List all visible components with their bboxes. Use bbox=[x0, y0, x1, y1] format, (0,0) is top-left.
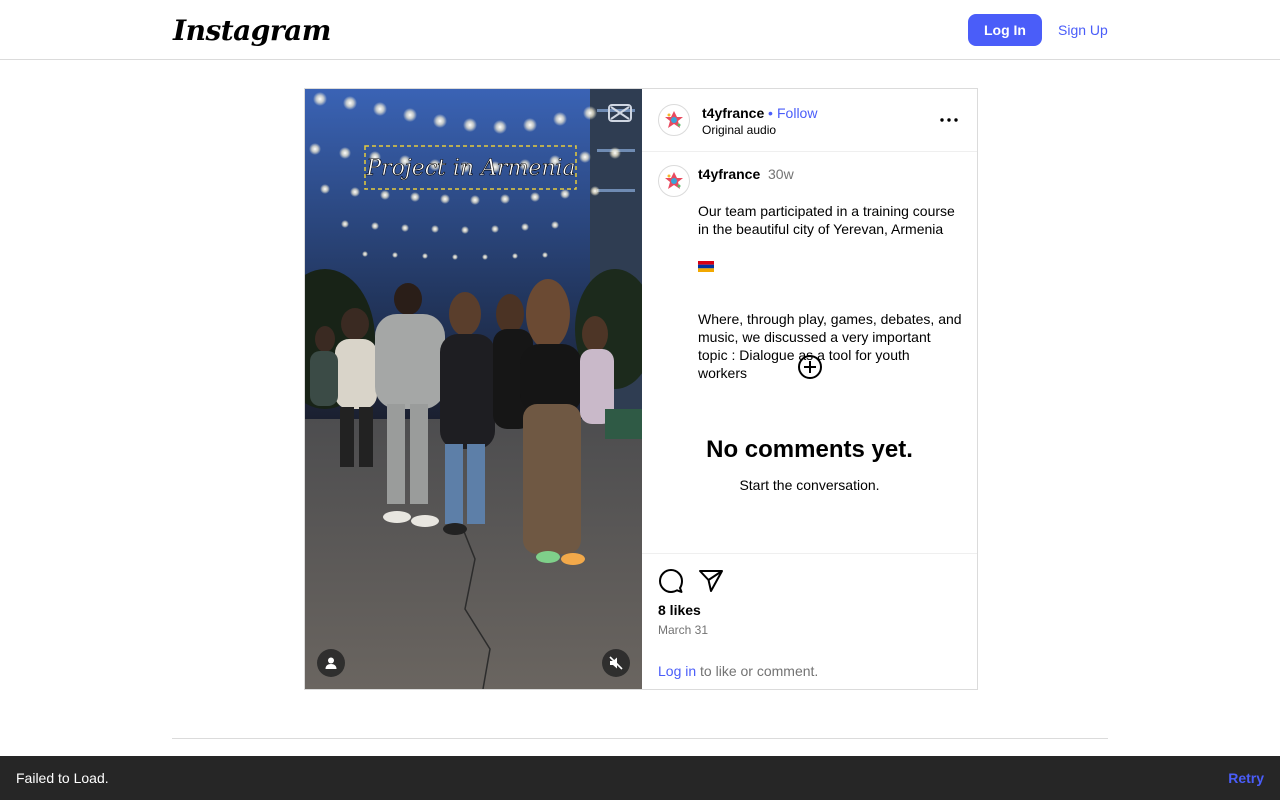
video-overlay-caption: Project in Armenia bbox=[365, 156, 575, 181]
caption-timestamp[interactable]: 30w bbox=[768, 166, 794, 182]
post-video[interactable]: Project in Armenia bbox=[305, 89, 642, 689]
post-card: Project in Armenia t4yfrance • Follow Or… bbox=[304, 88, 978, 690]
separator-dot: • bbox=[768, 105, 773, 121]
caption-author-avatar[interactable] bbox=[658, 165, 690, 197]
more-horizontal-icon bbox=[940, 118, 958, 122]
instagram-logo[interactable]: Instagram bbox=[173, 14, 331, 47]
toast-message: Failed to Load. bbox=[16, 770, 109, 786]
caption-line-2: Where, through play, games, debates, and… bbox=[698, 311, 962, 381]
error-toast: Failed to Load. Retry bbox=[0, 756, 1280, 800]
user-tag-icon bbox=[325, 657, 337, 669]
original-audio-link[interactable]: Original audio bbox=[702, 123, 776, 137]
author-avatar[interactable] bbox=[658, 104, 690, 136]
caption-line-1: Our team participated in a training cour… bbox=[698, 203, 955, 237]
comment-button[interactable] bbox=[658, 568, 684, 594]
add-comment-icon bbox=[798, 355, 822, 379]
share-icon bbox=[699, 570, 723, 592]
log-in-link[interactable]: Log in bbox=[658, 663, 696, 679]
more-options-button[interactable] bbox=[938, 109, 960, 131]
no-comments-heading: No comments yet. bbox=[706, 436, 913, 463]
t4y-logo-icon bbox=[665, 111, 683, 128]
tagged-users-button[interactable] bbox=[317, 649, 345, 677]
post-details-panel: t4yfrance • Follow Original audio t4yfra… bbox=[642, 89, 977, 689]
post-date[interactable]: March 31 bbox=[658, 623, 708, 637]
t4y-logo-icon bbox=[665, 172, 683, 189]
likes-count[interactable]: 8 likes bbox=[658, 602, 701, 618]
caption-text: Our team participated in a training cour… bbox=[698, 184, 962, 382]
video-frame-illustration: Project in Armenia bbox=[305, 89, 642, 689]
start-conversation-text: Start the conversation. bbox=[739, 477, 880, 493]
add-comment-button[interactable] bbox=[797, 354, 823, 380]
sign-up-link[interactable]: Sign Up bbox=[1058, 22, 1108, 38]
footer-divider bbox=[172, 738, 1108, 739]
armenia-flag-icon bbox=[698, 260, 714, 272]
follow-button[interactable]: Follow bbox=[777, 105, 817, 121]
comment-icon bbox=[659, 569, 683, 593]
retry-button[interactable]: Retry bbox=[1228, 770, 1264, 786]
top-navigation-bar: Instagram Log In Sign Up bbox=[0, 0, 1280, 60]
log-in-button[interactable]: Log In bbox=[968, 14, 1042, 46]
login-to-interact-prompt: Log in to like or comment. bbox=[658, 663, 818, 679]
muted-speaker-icon bbox=[609, 656, 623, 670]
caption-username[interactable]: t4yfrance bbox=[698, 166, 760, 182]
author-username[interactable]: t4yfrance bbox=[702, 105, 764, 121]
audio-toggle-button[interactable] bbox=[602, 649, 630, 677]
post-actions-section: 8 likes March 31 Log in to like or comme… bbox=[642, 553, 977, 689]
post-header: t4yfrance • Follow Original audio bbox=[642, 89, 977, 152]
login-prompt-suffix: to like or comment. bbox=[696, 663, 819, 679]
share-button[interactable] bbox=[698, 568, 724, 594]
